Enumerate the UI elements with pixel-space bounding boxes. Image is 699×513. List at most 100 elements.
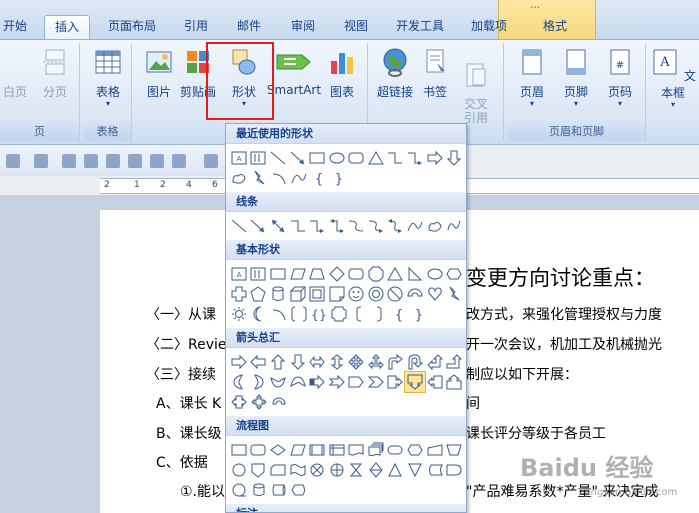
multidocument-shape[interactable] [366,440,386,460]
chart-button[interactable]: 图表 [324,47,360,100]
decision-shape[interactable] [268,440,288,460]
bevel-shape[interactable] [307,284,327,304]
moon-shape[interactable] [249,304,269,324]
right-triangle-shape[interactable] [405,264,425,284]
triangle-shape[interactable] [366,148,386,168]
merge-shape[interactable] [405,460,425,480]
alternate-process-shape[interactable] [249,440,269,460]
picture-button[interactable]: 图片 [142,47,176,100]
hyperlink-button[interactable]: 超链接 [374,47,416,100]
sort-shape[interactable] [366,460,386,480]
manual-operation-shape[interactable] [444,440,464,460]
smartart-button[interactable]: SmartArt [266,47,322,97]
footer-button[interactable]: 页脚 ▾ [556,47,596,108]
elbow-connector-shape[interactable] [386,148,406,168]
oval-shape[interactable] [327,148,347,168]
arrow-line-shape[interactable] [249,216,269,236]
left-up-arrow-shape[interactable] [425,352,445,372]
rounded-rectangle-shape[interactable] [346,264,366,284]
right-arrow-shape[interactable] [425,148,445,168]
line-shape[interactable] [229,216,249,236]
left-arrow-shape[interactable] [249,352,269,372]
octagon-shape[interactable] [366,264,386,284]
cross-shape[interactable] [229,284,249,304]
striped-right-arrow-shape[interactable] [307,372,327,392]
elbow-arrow-shape[interactable] [405,148,425,168]
punched-tape-shape[interactable] [288,460,308,480]
lightning-shape[interactable] [444,284,464,304]
chevron-shape[interactable] [366,372,386,392]
preparation-shape[interactable] [405,440,425,460]
arc-shape[interactable] [269,168,289,188]
curved-connector-shape[interactable] [346,216,366,236]
elbow-arrow-shape[interactable] [307,216,327,236]
curved-arrow-shape[interactable] [366,216,386,236]
trapezoid-shape[interactable] [307,264,327,284]
connector-shape[interactable] [229,460,249,480]
arc-shape[interactable] [269,304,289,324]
curved-right-arrow-shape[interactable] [229,372,249,392]
tool-frame-icon[interactable] [172,154,186,168]
document-shape[interactable] [346,440,366,460]
internal-storage-shape[interactable] [327,440,347,460]
arrow-line-shape[interactable] [288,148,308,168]
delay-shape[interactable] [444,460,464,480]
display-shape[interactable] [289,480,309,500]
cross-reference-button[interactable]: 交叉 引用 [456,47,496,125]
left-right-arrow-shape[interactable] [307,352,327,372]
terminator-shape[interactable] [386,440,406,460]
collate-shape[interactable] [346,460,366,480]
magnetic-disk-shape[interactable] [249,480,269,500]
process-shape[interactable] [229,440,249,460]
tool-dropdown-icon[interactable] [204,154,218,168]
circular-arrow-shape[interactable] [269,392,289,412]
down-arrow-callout-shape[interactable] [404,371,426,393]
header-button[interactable]: 页眉 ▾ [512,47,552,108]
pentagon-arrow-shape[interactable] [346,372,366,392]
bent-arrow-shape[interactable] [386,352,406,372]
rectangle-shape[interactable] [268,264,288,284]
elbow-double-arrow-shape[interactable] [327,216,347,236]
stored-data-shape[interactable] [425,460,445,480]
notched-right-arrow-shape[interactable] [327,372,347,392]
tool-arrows-icon[interactable] [34,154,48,168]
no-symbol-shape[interactable] [386,284,406,304]
tab-developer[interactable]: 开发工具 [388,15,452,39]
down-arrow-shape[interactable] [444,148,464,168]
data-shape[interactable] [288,440,308,460]
rounded-rectangle-shape[interactable] [346,148,366,168]
block-arc-shape[interactable] [405,284,425,304]
curve-shape[interactable] [405,216,425,236]
page-break-button[interactable]: 分页 [38,47,72,100]
left-brace-shape[interactable]: { [309,168,329,188]
sun-shape[interactable] [229,304,249,324]
smiley-face-shape[interactable] [346,284,366,304]
tab-home[interactable]: 开始 [0,15,30,39]
scribble-shape[interactable] [444,216,464,236]
tool-edit-icon[interactable] [150,154,164,168]
up-arrow-shape[interactable] [268,352,288,372]
summing-junction-shape[interactable] [307,460,327,480]
tool-indent-icon[interactable] [106,154,120,168]
curved-down-arrow-shape[interactable] [288,372,308,392]
tab-format[interactable]: 格式 [530,15,580,39]
tab-addins[interactable]: 加载项 [464,15,514,39]
plaque-shape[interactable] [329,304,349,324]
double-bracket-shape[interactable] [289,304,309,324]
quad-arrow-shape[interactable] [346,352,366,372]
vertical-textbox-shape[interactable] [249,148,269,168]
tab-view[interactable]: 视图 [336,15,376,39]
table-button[interactable]: 表格 ▾ [90,47,126,108]
double-brace-shape[interactable]: {} [309,304,329,324]
textbox-shape[interactable]: A [229,264,249,284]
freeform-shape[interactable] [425,216,445,236]
vertical-textbox-shape[interactable] [249,264,269,284]
textbox-button[interactable]: A 文本框 ▾ [650,47,696,109]
or-shape[interactable] [327,460,347,480]
left-right-up-arrow-shape[interactable] [366,352,386,372]
right-bracket-shape[interactable] [369,304,389,324]
sequential-storage-shape[interactable] [229,480,249,500]
textbox-shape[interactable]: A [229,148,249,168]
donut-shape[interactable] [366,284,386,304]
curve-shape[interactable] [289,168,309,188]
